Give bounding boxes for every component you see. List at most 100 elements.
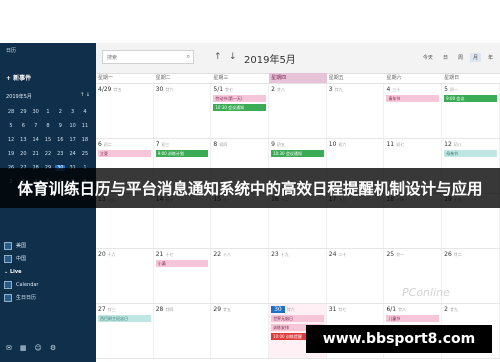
minical-day[interactable]: 29 (18, 109, 28, 115)
checkbox-icon[interactable] (4, 241, 12, 250)
day-number: 22 十八 (213, 251, 266, 258)
minical-day[interactable]: 9 (55, 123, 65, 129)
minical-week: 19 20 21 22 23 24 25 (6, 147, 90, 161)
day-cell[interactable]: 29 廿五 (211, 304, 270, 358)
search-input[interactable]: 搜索 ⌕ (102, 50, 194, 64)
minical-day[interactable]: 20 (18, 151, 28, 157)
gear-icon[interactable]: ⚙ (50, 344, 56, 352)
minical-day[interactable]: 8 (43, 123, 53, 129)
minical-day[interactable]: 28 (6, 109, 16, 115)
event-chip[interactable]: 9:00 会议 (444, 95, 497, 102)
minical-day[interactable]: 3 (68, 109, 78, 115)
search-icon[interactable]: ⌕ (187, 53, 190, 61)
day-cell[interactable]: 24 二十 (327, 249, 385, 303)
day-cell[interactable]: 20 十六 (96, 249, 154, 303)
app-title: 日历 (6, 48, 17, 54)
event-chip[interactable]: 世界无烟日 (271, 315, 324, 322)
checkbox-icon[interactable] (4, 293, 12, 302)
event-chip[interactable]: 儿童节 (386, 315, 440, 322)
event-chip[interactable]: 9:00 训练计划 (155, 150, 209, 157)
day-cell[interactable]: 23 十九 (269, 249, 327, 303)
event-chip[interactable]: 立夏 (98, 150, 151, 157)
month-view-button[interactable]: 月 (469, 53, 481, 62)
day-number: 3 廿九 (329, 86, 382, 93)
day-date: 26 (444, 251, 452, 258)
calendar-item-us[interactable]: 美国 (4, 239, 92, 252)
day-cell[interactable]: 22 十八 (211, 249, 270, 303)
day-cell[interactable]: 30 廿六 (154, 84, 212, 138)
event-chip[interactable]: 母亲节 (444, 150, 497, 157)
minical-day[interactable]: 4 (80, 109, 90, 115)
sidebar-footer: ✉ ▦ ☺ ⚙ (6, 344, 56, 352)
mail-icon[interactable]: ✉ (6, 344, 12, 352)
minical-day[interactable]: 18 (80, 137, 90, 143)
checkbox-icon[interactable] (4, 280, 12, 289)
day-cell[interactable]: 4 三十 青年节 (384, 84, 443, 138)
people-icon[interactable]: ☺ (35, 344, 42, 352)
event-chip[interactable]: 小满 (155, 260, 209, 267)
minical-day[interactable]: 23 (55, 151, 65, 157)
minical-day[interactable]: 10 (68, 123, 78, 129)
minical-day[interactable]: 14 (31, 137, 41, 143)
event-chip[interactable]: 10:30 会议通知 (271, 150, 324, 157)
minical-day[interactable]: 7 (31, 123, 41, 129)
minical-day[interactable]: 2 (55, 109, 65, 115)
day-cell[interactable]: 28 廿四 (154, 304, 212, 358)
lunar-date: 十七 (165, 252, 174, 257)
minical-day[interactable]: 13 (18, 137, 28, 143)
minical-day[interactable]: 15 (43, 137, 53, 143)
day-number: 26 廿二 (444, 251, 497, 258)
day-cell[interactable]: 27 廿三 西巴耐主纪念日 (96, 304, 154, 358)
minical-day[interactable]: 30 (31, 109, 41, 115)
minical-nav-arrows[interactable]: ↑ ↓ (80, 92, 90, 98)
lunar-date: 初八 (453, 142, 462, 147)
event-chip[interactable]: 劳动节(第一天) (213, 95, 267, 102)
minical-day[interactable]: 6 (18, 123, 28, 129)
event-chip[interactable]: 青年节 (386, 95, 440, 102)
lunar-date: 初二 (103, 142, 112, 147)
minical-day[interactable]: 22 (43, 151, 53, 157)
next-month-button[interactable]: ↓ (229, 52, 237, 62)
minical-day[interactable]: 25 (80, 151, 90, 157)
day-cell[interactable]: 5/1 廿七 劳动节(第一天) 10:30 会议通知 (211, 84, 270, 138)
checkbox-icon[interactable] (4, 254, 12, 263)
view-switcher: 今天 日 周 月 年 (420, 53, 496, 62)
toolbar: 搜索 ⌕ ↑ ↓ 2019年5月 今天 日 周 月 年 (96, 43, 500, 74)
day-cell[interactable]: 5 初一 9:00 会议 (442, 84, 500, 138)
calendar-item-birthday[interactable]: 生日日历 (4, 291, 92, 304)
calendar-item-cn[interactable]: 中国 (4, 252, 92, 265)
day-cell[interactable]: 21 十七 小满 (154, 249, 212, 303)
today-button[interactable]: 今天 (420, 53, 436, 62)
day-view-button[interactable]: 日 (440, 53, 451, 62)
lunar-date: 廿五 (223, 307, 232, 312)
event-chip[interactable]: 西巴耐主纪念日 (98, 315, 151, 322)
minical-day[interactable]: 17 (68, 137, 78, 143)
minical-day[interactable]: 5 (6, 123, 16, 129)
minical-month-label: 2019年5月 (6, 94, 32, 100)
day-date: 6 (98, 141, 102, 148)
day-cell[interactable]: 26 廿二 (442, 249, 500, 303)
live-group-header[interactable]: ⌄ Live (4, 265, 92, 278)
calendar-icon[interactable]: ▦ (20, 344, 27, 352)
url-text: www.bbsport8.com (322, 331, 476, 347)
minical-day[interactable]: 19 (6, 151, 16, 157)
minical-day[interactable]: 21 (31, 151, 41, 157)
event-chip[interactable]: 10:30 会议通知 (213, 104, 267, 111)
weekday-label: 星期四 (269, 73, 327, 83)
day-cell[interactable]: 4/29 廿五 (96, 84, 154, 138)
day-cell[interactable]: 3 廿九 (327, 84, 385, 138)
previous-month-button[interactable]: ↑ (214, 52, 222, 62)
minical-day[interactable]: 24 (68, 151, 78, 157)
minical-day[interactable]: 16 (55, 137, 65, 143)
minical-day[interactable]: 12 (6, 137, 16, 143)
day-date: 29 (213, 306, 222, 313)
minical-day[interactable]: 11 (80, 123, 90, 129)
minical-day[interactable]: 1 (43, 109, 53, 115)
year-view-button[interactable]: 年 (485, 53, 496, 62)
day-cell[interactable]: 2 廿八 (269, 84, 327, 138)
calendar-item-calendar[interactable]: Calendar (4, 278, 92, 291)
new-event-button[interactable]: + 新事件 (6, 73, 31, 82)
title-banner: 体育训练日历与平台消息通知系统中的高效日程提醒机制设计与应用 (0, 168, 500, 208)
week-row: 4/29 廿五 30 廿六 5/1 廿七 劳动节(第一天) 10:30 会议通知 2 廿八 3 廿九 4… (96, 84, 500, 139)
week-view-button[interactable]: 周 (455, 53, 466, 62)
